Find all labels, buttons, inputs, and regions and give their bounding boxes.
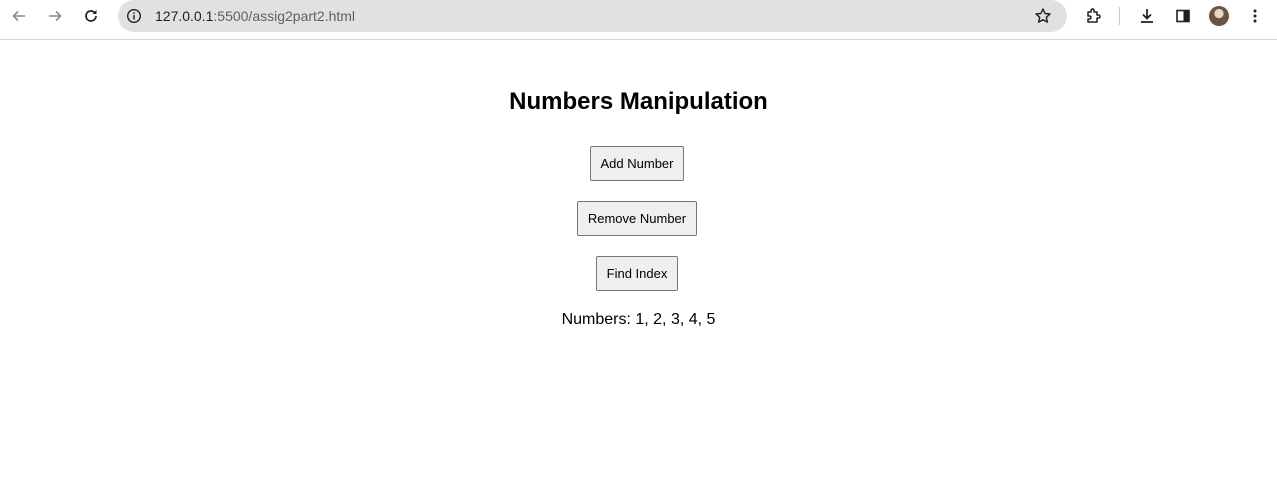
extensions-icon[interactable] — [1082, 4, 1106, 28]
add-number-button[interactable]: Add Number — [590, 146, 684, 181]
site-info-icon[interactable] — [122, 4, 146, 28]
url-text[interactable]: 127.0.0.1:5500/assig2part2.html — [155, 8, 355, 24]
back-icon[interactable] — [7, 4, 31, 28]
url-host: 127.0.0.1 — [155, 8, 214, 24]
page-title: Numbers Manipulation — [509, 88, 768, 115]
url-path: :5500/assig2part2.html — [213, 8, 356, 24]
forward-icon[interactable] — [43, 4, 67, 28]
numbers-display: Numbers: 1, 2, 3, 4, 5 — [561, 311, 716, 328]
bookmark-star-icon[interactable] — [1031, 4, 1055, 28]
reload-icon[interactable] — [79, 4, 103, 28]
toolbar-divider — [1119, 7, 1120, 25]
side-panel-icon[interactable] — [1171, 4, 1195, 28]
remove-number-button[interactable]: Remove Number — [577, 201, 697, 236]
browser-toolbar: 127.0.0.1:5500/assig2part2.html — [0, 0, 1277, 40]
download-icon[interactable] — [1135, 4, 1159, 28]
find-index-button[interactable]: Find Index — [596, 256, 678, 291]
address-bar[interactable]: 127.0.0.1:5500/assig2part2.html — [118, 0, 1067, 32]
profile-avatar[interactable] — [1209, 6, 1229, 26]
menu-icon[interactable] — [1243, 4, 1267, 28]
